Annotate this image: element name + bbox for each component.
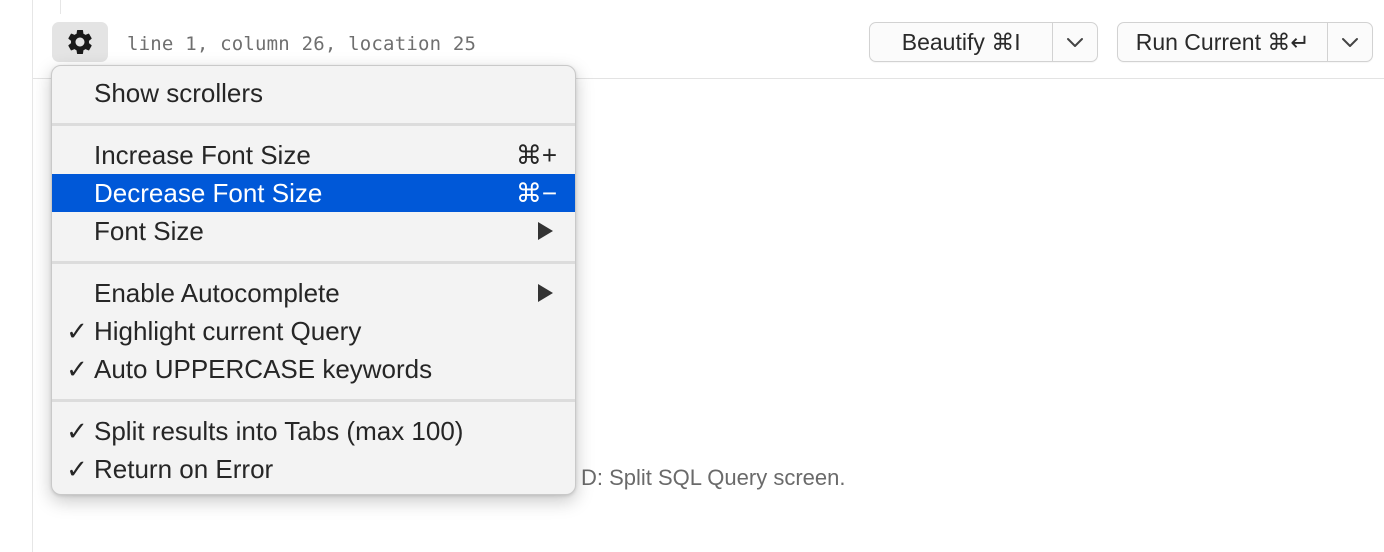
menu-item-label: Decrease Font Size — [94, 177, 323, 208]
run-current-button[interactable]: Run Current ⌘↵ — [1118, 23, 1327, 61]
menu-separator — [52, 399, 575, 402]
menu-item-label: Split results into Tabs (max 100) — [94, 415, 464, 446]
menu-item-split-results-into-tabs[interactable]: ✓ Split results into Tabs (max 100) — [52, 412, 575, 450]
menu-separator — [52, 261, 575, 264]
menu-item-show-scrollers[interactable]: Show scrollers — [52, 74, 575, 112]
menu-item-shortcut: ⌘− — [515, 177, 557, 208]
settings-menu: Show scrollers Increase Font Size ⌘+ Dec… — [51, 65, 576, 495]
menu-item-label: Return on Error — [94, 453, 274, 484]
menu-item-label: Enable Autocomplete — [94, 277, 340, 308]
checkmark-icon: ✓ — [66, 315, 88, 346]
menu-separator — [52, 123, 575, 126]
beautify-dropdown-button[interactable] — [1053, 23, 1097, 61]
checkmark-icon: ✓ — [66, 415, 88, 446]
checkmark-icon: ✓ — [66, 453, 88, 484]
editor-hint-text: + D: Split SQL Query screen. — [562, 465, 846, 490]
beautify-button[interactable]: Beautify ⌘I — [870, 23, 1052, 61]
menu-item-label: Increase Font Size — [94, 139, 311, 170]
menu-item-enable-autocomplete[interactable]: Enable Autocomplete — [52, 274, 575, 312]
checkmark-icon: ✓ — [66, 353, 88, 384]
run-split-button: Run Current ⌘↵ — [1117, 22, 1373, 62]
chevron-down-icon — [1067, 37, 1084, 47]
cursor-status: line 1, column 26, location 25 — [127, 33, 477, 55]
menu-item-label: Show scrollers — [94, 77, 264, 108]
gear-icon — [68, 30, 92, 54]
menu-item-font-size[interactable]: Font Size — [52, 212, 575, 250]
settings-button[interactable] — [52, 22, 108, 62]
menu-item-decrease-font-size[interactable]: Decrease Font Size ⌘− — [52, 174, 575, 212]
menu-item-highlight-current-query[interactable]: ✓ Highlight current Query — [52, 312, 575, 350]
run-dropdown-button[interactable] — [1328, 23, 1372, 61]
gutter-line — [60, 0, 61, 14]
menu-item-auto-uppercase-keywords[interactable]: ✓ Auto UPPERCASE keywords — [52, 350, 575, 388]
submenu-arrow-icon — [538, 284, 553, 302]
menu-item-label: Font Size — [94, 215, 204, 246]
submenu-arrow-icon — [538, 222, 553, 240]
menu-item-return-on-error[interactable]: ✓ Return on Error — [52, 450, 575, 488]
menu-item-increase-font-size[interactable]: Increase Font Size ⌘+ — [52, 136, 575, 174]
menu-item-shortcut: ⌘+ — [515, 139, 557, 170]
menu-item-label: Highlight current Query — [94, 315, 362, 346]
chevron-down-icon — [1342, 37, 1359, 47]
editor-left-border — [32, 0, 33, 552]
menu-item-label: Auto UPPERCASE keywords — [94, 353, 433, 384]
beautify-split-button: Beautify ⌘I — [869, 22, 1098, 62]
